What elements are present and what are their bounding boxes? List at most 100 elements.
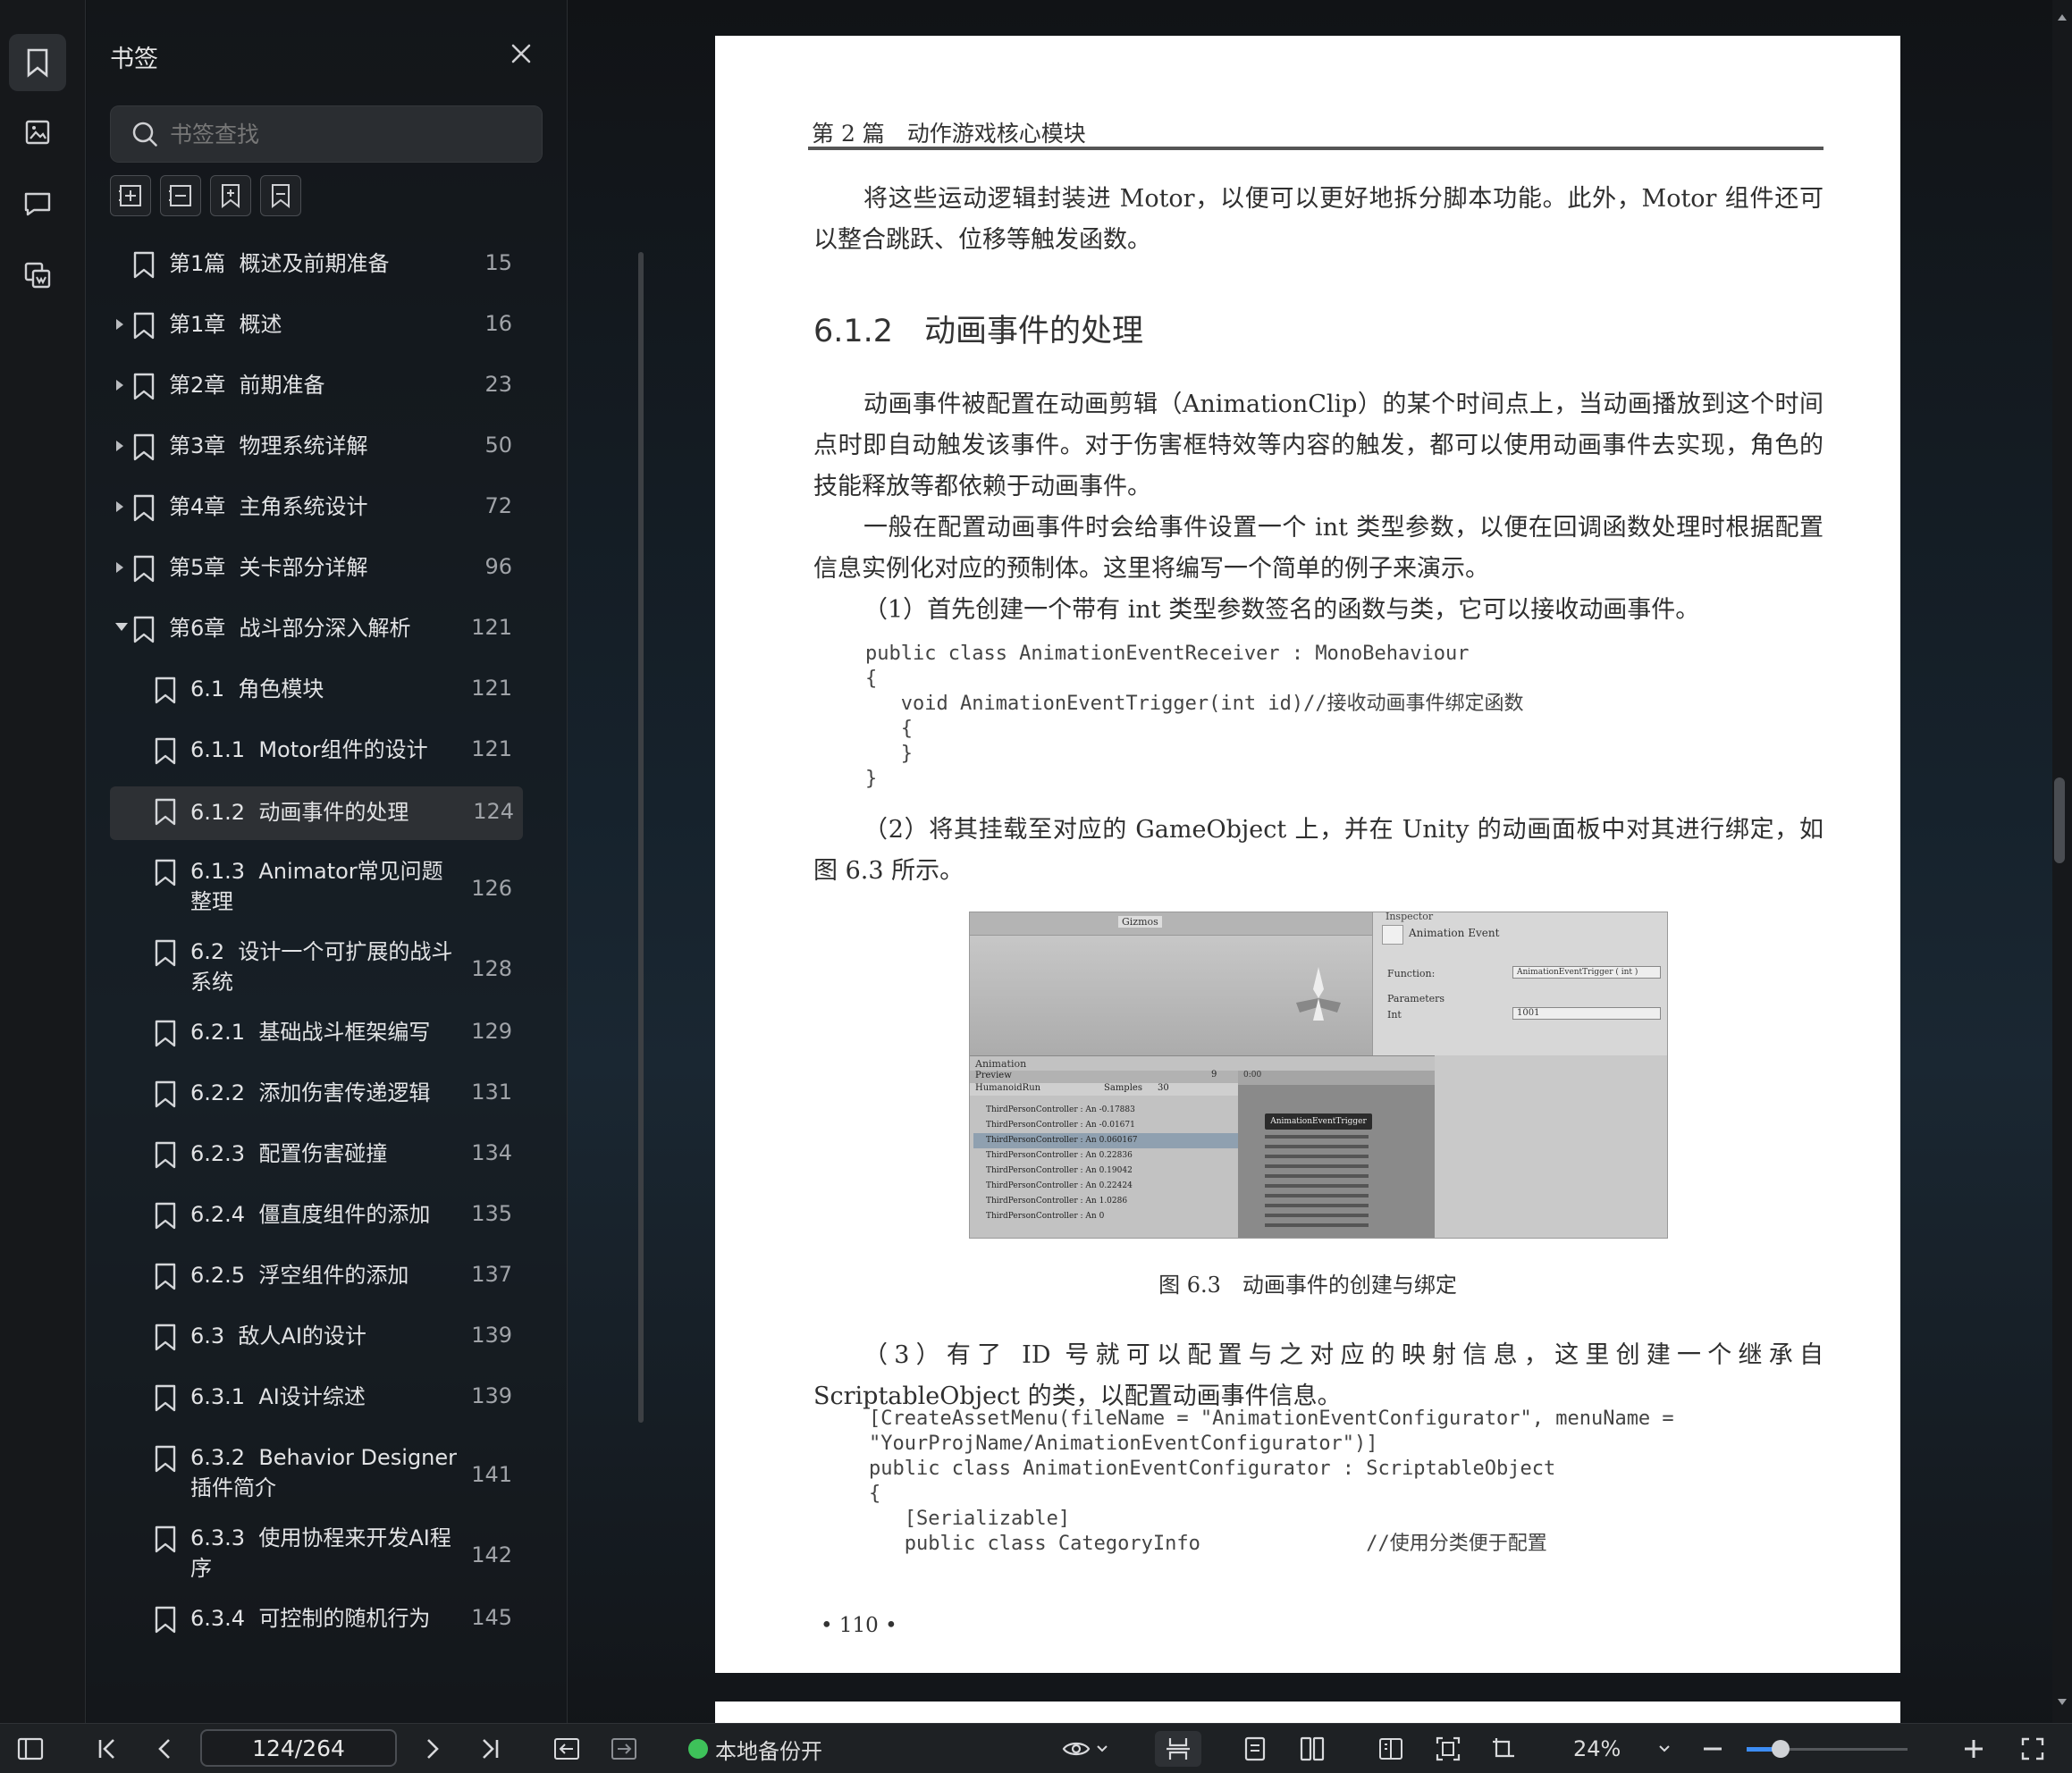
rotate-button[interactable] — [1484, 1731, 1523, 1767]
section-heading: 6.1.2 动画事件的处理 — [813, 314, 1144, 349]
zoom-slider-handle[interactable] — [1772, 1740, 1790, 1758]
toggle-sidebar-button[interactable] — [13, 1731, 48, 1767]
zoom-dropdown[interactable]: 24% — [1573, 1731, 1645, 1767]
animation-window: Animation Preview 9 HumanoidRun Samples … — [970, 1055, 1435, 1238]
bookmark-item[interactable]: 6.1.2 动画事件的处理 124 — [110, 786, 523, 840]
page-number: • 110 • — [821, 1614, 897, 1637]
zoom-dropdown-arrow[interactable] — [1652, 1731, 1677, 1767]
view-mode-dropdown[interactable] — [1058, 1731, 1112, 1767]
expand-arrow-icon[interactable] — [114, 499, 131, 517]
bookmark-label: 第1章 概述 — [169, 312, 282, 337]
samples-label: Samples — [1104, 1083, 1142, 1093]
bookmark-page-number: 141 — [471, 1462, 512, 1487]
bookmark-item[interactable]: 6.3.4 可控制的随机行为 145 — [110, 1603, 552, 1664]
bookmark-item[interactable]: 6.2 设计一个可扩展的战斗系统 128 — [110, 937, 552, 1017]
figure-caption: 图 6.3 动画事件的创建与绑定 — [1158, 1273, 1457, 1298]
bookmark-item[interactable]: 第3章 物理系统详解 50 — [110, 431, 552, 492]
bookmark-panel-button[interactable] — [9, 34, 66, 91]
bookmark-item[interactable]: 6.2.4 僵直度组件的添加 135 — [110, 1199, 552, 1260]
bookmark-panel: 书签 第1篇 概述及前期准备 15 第1章 概述 16 第2章 前期准备 23 第3章 物理… — [87, 0, 644, 1723]
bookmark-page-number: 129 — [471, 1019, 512, 1044]
bookmark-item[interactable]: 第2章 前期准备 23 — [110, 370, 552, 431]
bookmark-icon — [153, 736, 178, 767]
code-block-1: public class AnimationEventReceiver : Mo… — [865, 643, 1524, 790]
book-mode-button[interactable] — [1371, 1731, 1411, 1767]
bookmark-search-box[interactable] — [110, 105, 543, 163]
bookmark-label: 6.3 敌人AI的设计 — [190, 1323, 366, 1349]
document-scroll-thumb[interactable] — [2054, 777, 2065, 863]
scene-view — [970, 936, 1372, 1068]
bookmark-icon — [153, 797, 178, 828]
sidebar-icon — [17, 1737, 44, 1760]
bookmark-item[interactable]: 6.3.1 AI设计综述 139 — [110, 1382, 552, 1442]
forward-button[interactable] — [604, 1731, 644, 1767]
bookmark-item[interactable]: 6.2.3 配置伤害碰撞 134 — [110, 1139, 552, 1199]
bookmark-outline-icon — [272, 184, 290, 209]
bookmark-search-input[interactable] — [170, 121, 510, 147]
track-list: ThirdPersonController : An -0.17883 Third… — [973, 1103, 1238, 1224]
bookmark-item[interactable]: 6.2.5 浮空组件的添加 137 — [110, 1260, 552, 1321]
zoom-in-button[interactable] — [1958, 1731, 1990, 1767]
bookmark-item[interactable]: 6.1.3 Animator常见问题整理 126 — [110, 856, 552, 937]
comment-panel-button[interactable] — [9, 175, 66, 232]
backup-status[interactable]: 本地备份开 — [688, 1731, 849, 1767]
last-page-button[interactable] — [472, 1731, 508, 1767]
fullscreen-button[interactable] — [2015, 1731, 2051, 1767]
bookmark-item[interactable]: 第1篇 概述及前期准备 15 — [110, 248, 552, 309]
fit-width-button[interactable] — [1155, 1731, 1201, 1767]
previous-page-button[interactable] — [147, 1731, 182, 1767]
first-page-button[interactable] — [89, 1731, 125, 1767]
bookmark-item[interactable]: 第4章 主角系统设计 72 — [110, 492, 552, 552]
collapse-arrow-icon[interactable] — [114, 620, 131, 638]
fit-page-button[interactable] — [1428, 1731, 1468, 1767]
back-icon — [554, 1738, 579, 1760]
expand-arrow-icon[interactable] — [114, 316, 131, 334]
back-button[interactable] — [547, 1731, 586, 1767]
two-page-button[interactable] — [1293, 1731, 1332, 1767]
inspector-title: Animation Event — [1409, 927, 1500, 939]
bookmark-item[interactable]: 第6章 战斗部分深入解析 121 — [110, 613, 552, 674]
thumbnail-panel-button[interactable] — [9, 104, 66, 161]
bookmark-item[interactable]: 6.3 敌人AI的设计 139 — [110, 1321, 552, 1382]
bookmark-page-number: 16 — [484, 311, 512, 336]
fullscreen-icon — [2021, 1737, 2044, 1760]
bookmark-label: 第5章 关卡部分详解 — [169, 555, 368, 580]
pdf-reader-window: 书签 第1篇 概述及前期准备 15 第1章 概述 16 第2章 前期准备 23 第3章 物理… — [0, 0, 2072, 1773]
bookmark-item[interactable]: 6.2.2 添加伤害传递逻辑 131 — [110, 1078, 552, 1139]
expand-arrow-icon[interactable] — [114, 559, 131, 577]
bookmark-item[interactable]: 第1章 概述 16 — [110, 309, 552, 370]
remove-bookmark-button[interactable] — [260, 175, 301, 216]
collapse-all-button[interactable] — [160, 175, 201, 216]
next-page-button[interactable] — [415, 1731, 451, 1767]
bookmark-item[interactable]: 6.1 角色模块 121 — [110, 674, 552, 735]
bookmark-label: 6.2.1 基础战斗框架编写 — [190, 1020, 431, 1045]
close-panel-button[interactable] — [507, 39, 535, 68]
layers-panel-button[interactable] — [9, 247, 66, 304]
bookmark-page-number: 23 — [484, 372, 512, 397]
add-bookmark-button[interactable] — [210, 175, 251, 216]
paragraph-6: （3）有了 ID 号就可以配置与之对应的映射信息，这里创建一个继承自 Scrip… — [813, 1341, 1824, 1410]
zoom-out-button[interactable] — [1697, 1731, 1729, 1767]
header-rule — [808, 147, 1824, 150]
bookmark-label: 6.3.4 可控制的随机行为 — [190, 1606, 431, 1631]
bookmark-item[interactable]: 6.2.1 基础战斗框架编写 129 — [110, 1017, 552, 1078]
bookmark-page-number: 15 — [484, 250, 512, 275]
code-block-2: [CreateAssetMenu(fileName = "AnimationEv… — [869, 1407, 1674, 1555]
keyframes — [1265, 1135, 1369, 1233]
bookmark-item[interactable]: 6.3.2 Behavior Designer插件简介 141 — [110, 1442, 552, 1523]
document-viewport[interactable]: 第 2 篇 动作游戏核心模块 将这些运动逻辑封装进 Motor，以便可以更好地拆… — [569, 0, 2052, 1737]
single-page-button[interactable] — [1235, 1731, 1275, 1767]
paragraph-1: 将这些运动逻辑封装进 Motor，以便可以更好地拆分脚本功能。此外，Motor … — [813, 185, 1824, 254]
bookmark-icon — [153, 676, 178, 706]
expand-all-button[interactable] — [110, 175, 151, 216]
expand-arrow-icon[interactable] — [114, 438, 131, 456]
bookmark-item[interactable]: 第5章 关卡部分详解 96 — [110, 552, 552, 613]
bookmark-item[interactable]: 6.3.3 使用协程来开发AI程序 142 — [110, 1523, 552, 1603]
page-number-input[interactable]: 124/264 — [200, 1729, 397, 1767]
expand-arrow-icon[interactable] — [114, 377, 131, 395]
bookmark-label: 6.2.3 配置伤害碰撞 — [190, 1141, 388, 1166]
